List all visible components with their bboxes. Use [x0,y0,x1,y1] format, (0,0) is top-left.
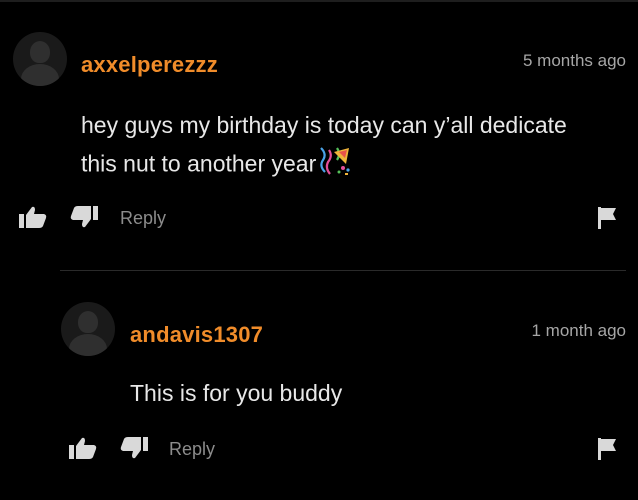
reply-comment: andavis1307 1 month ago This is for you … [0,270,638,500]
comment-timestamp: 1 month ago [531,321,626,340]
comment-text-segment: this nut to another year [81,150,317,177]
comment-username[interactable]: axxelperezzz [81,52,218,78]
comment-actions: Reply [18,203,628,233]
comment-text: This is for you buddy [130,374,342,412]
flag-icon[interactable] [596,206,618,235]
comment-text-line: This is for you buddy [130,380,343,406]
comment-text-line: hey guys my birthday is today can y’all … [81,112,567,138]
party-emoji-icon [317,144,351,187]
comment-text-line: this nut to another year [81,144,567,187]
thumbs-down-icon[interactable] [119,436,149,465]
flag-icon[interactable] [596,437,618,466]
avatar[interactable] [13,32,67,86]
comment-text: hey guys my birthday is today can y’all … [81,106,567,187]
thumbs-up-icon[interactable] [68,436,98,465]
reply-button[interactable]: Reply [169,439,215,460]
comment-actions: Reply [68,434,628,464]
reply-button[interactable]: Reply [120,208,166,229]
thumbs-down-icon[interactable] [69,205,99,234]
comment-timestamp: 5 months ago [522,51,626,70]
thumbs-up-icon[interactable] [18,205,48,234]
comment-username[interactable]: andavis1307 [130,322,263,348]
avatar[interactable] [61,302,115,356]
comment: axxelperezzz 5 months ago hey guys my bi… [0,0,638,262]
